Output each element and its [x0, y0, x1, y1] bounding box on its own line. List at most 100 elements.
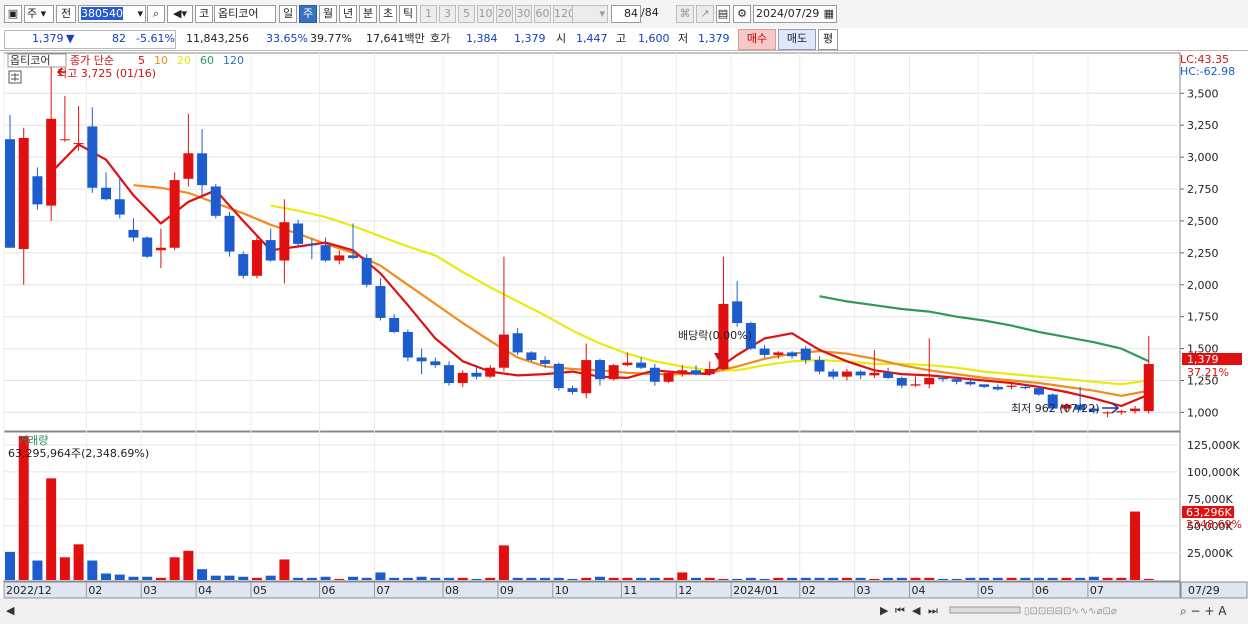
high-price: 1,600 [638, 32, 670, 45]
stock-code-input[interactable]: 380540 ▾ [78, 5, 146, 23]
interval-tab-1[interactable]: 3 [439, 5, 456, 23]
x-tick-label: 04 [912, 584, 926, 597]
volume-bar [210, 575, 221, 580]
candle-body [457, 372, 468, 384]
date-input[interactable]: 2024/07/29 ▦ [753, 5, 837, 23]
volume-bar [402, 577, 413, 580]
draw-icon[interactable]: ↗ [696, 5, 714, 23]
panel-tools-icon[interactable]: ▯⊡⊡⊟⊟⊡∿∿∿⌀⊡⌀ [1024, 606, 1117, 617]
volume-bar [718, 578, 729, 580]
interval-tab-0[interactable]: 1 [420, 5, 437, 23]
period-tab-4[interactable]: 분 [359, 5, 377, 23]
volume-bar [732, 578, 743, 580]
x-tick-label: 03 [857, 584, 871, 597]
volume-bar [526, 577, 537, 580]
volume-bar [430, 577, 441, 580]
period-tab-6[interactable]: 틱 [399, 5, 417, 23]
candle-body [1034, 388, 1044, 395]
volume-current-percent: 2348.69% [1186, 518, 1242, 531]
low-label: 저 [678, 32, 689, 45]
ask-label: 호가 [430, 32, 451, 45]
candle-body [155, 247, 166, 251]
count-input[interactable]: 84 [611, 5, 641, 23]
gear-icon[interactable]: ⚙ [733, 5, 751, 23]
zoom-slider[interactable] [949, 606, 1021, 614]
period-tab-3[interactable]: 년 [339, 5, 357, 23]
candle-body [251, 240, 262, 276]
candle-body [1006, 385, 1017, 387]
candle-body [293, 223, 304, 244]
interval-tab-4[interactable]: 20 [496, 5, 513, 23]
speaker-icon[interactable]: ◀▾ [167, 5, 193, 23]
scroll-left-icon[interactable]: ◀ [6, 604, 15, 617]
hc-label: HC:-62.98 [1180, 65, 1235, 78]
volume-bar [485, 577, 496, 580]
interval-tab-3[interactable]: 10 [477, 5, 494, 23]
candle-body [101, 187, 112, 200]
period-tab-1[interactable]: 주 [299, 5, 317, 23]
candle-body [306, 243, 317, 246]
volume-bar [965, 577, 976, 580]
price-volume-chart[interactable]: 3,500 3,250 3,000 2,750 2,500 2,250 2,000 1,750… [0, 51, 1248, 621]
x-tick-label: 02 [88, 584, 102, 597]
stock-name-field[interactable]: 옵티코어 [214, 5, 276, 23]
candle-body [814, 360, 825, 372]
interval-tab-2[interactable]: 5 [458, 5, 475, 23]
period-type-select[interactable]: 주 ▾ [24, 5, 54, 23]
period-tab-0[interactable]: 일 [279, 5, 297, 23]
period-tab-5[interactable]: 초 [379, 5, 397, 23]
volume-bar [663, 577, 674, 580]
volume-bar [128, 576, 139, 580]
average-button[interactable]: 평 [818, 29, 838, 50]
volume-bar [512, 577, 523, 580]
candle-body [59, 139, 70, 141]
low-price: 1,379 [698, 32, 730, 45]
candle-body [896, 377, 907, 386]
scroll-prev-icon[interactable]: ◀ [912, 604, 921, 617]
interval-tab-7[interactable]: 120 [553, 5, 573, 23]
candle-body [526, 352, 537, 361]
link-icon[interactable]: ⌘ [676, 5, 694, 23]
interval-tab-6[interactable]: 60 [534, 5, 551, 23]
market-tag[interactable]: 코 [195, 5, 213, 23]
ma-legend-20: 20 [177, 54, 191, 67]
volume-bar [1047, 577, 1058, 580]
candle-body [444, 365, 455, 384]
zoom-tools-icon[interactable]: ⌕ − + A [1180, 604, 1227, 618]
volume-bar [389, 577, 400, 580]
candle-body [677, 370, 688, 373]
volume-tick-label: 125,000K [1187, 439, 1240, 452]
sell-button[interactable]: 매도 [778, 29, 816, 50]
candle-body [471, 372, 482, 377]
volume-bar [896, 577, 907, 580]
search-icon[interactable]: ⌕ [147, 5, 165, 23]
view-mode-button[interactable]: 전 [56, 5, 76, 23]
candle-body [265, 240, 276, 261]
interval-custom-select[interactable]: ▾ [572, 5, 608, 23]
candle-body [512, 333, 523, 353]
x-tick-label: 07 [1090, 584, 1104, 597]
volume-bar [540, 577, 551, 580]
volume-y-axis: 125,000K100,000K75,000K50,000K25,000K [1187, 439, 1240, 560]
candle-body [649, 367, 660, 382]
period-tab-2[interactable]: 월 [319, 5, 337, 23]
volume-bar [622, 577, 633, 580]
buy-button[interactable]: 매수 [738, 29, 776, 50]
save-icon[interactable]: ▤ [716, 5, 730, 23]
open-label: 시 [556, 32, 567, 45]
scroll-start-icon[interactable]: ⏮ [895, 604, 905, 617]
window-layout-icon[interactable]: ▣ [4, 5, 22, 23]
interval-tab-5[interactable]: 30 [515, 5, 532, 23]
candle-body [937, 377, 948, 380]
candle-body [128, 229, 139, 238]
volume-bar [334, 578, 345, 580]
volume-bar [855, 577, 866, 580]
ask-price-2: 1,379 [514, 32, 546, 45]
scroll-end-icon[interactable]: ⏭ [928, 604, 938, 617]
candle-body [5, 139, 15, 248]
quote-bar: 1,379 ▼ 82 -5.61% 11,843,256 33.65% 39.7… [0, 28, 1248, 51]
volume-tick-label: 100,000K [1187, 466, 1240, 479]
x-tick-label: 2022/12 [6, 584, 52, 597]
scroll-right-icon[interactable]: ▶ [880, 604, 889, 617]
min-price-label: 최저 962 (07/22) [1011, 402, 1100, 415]
